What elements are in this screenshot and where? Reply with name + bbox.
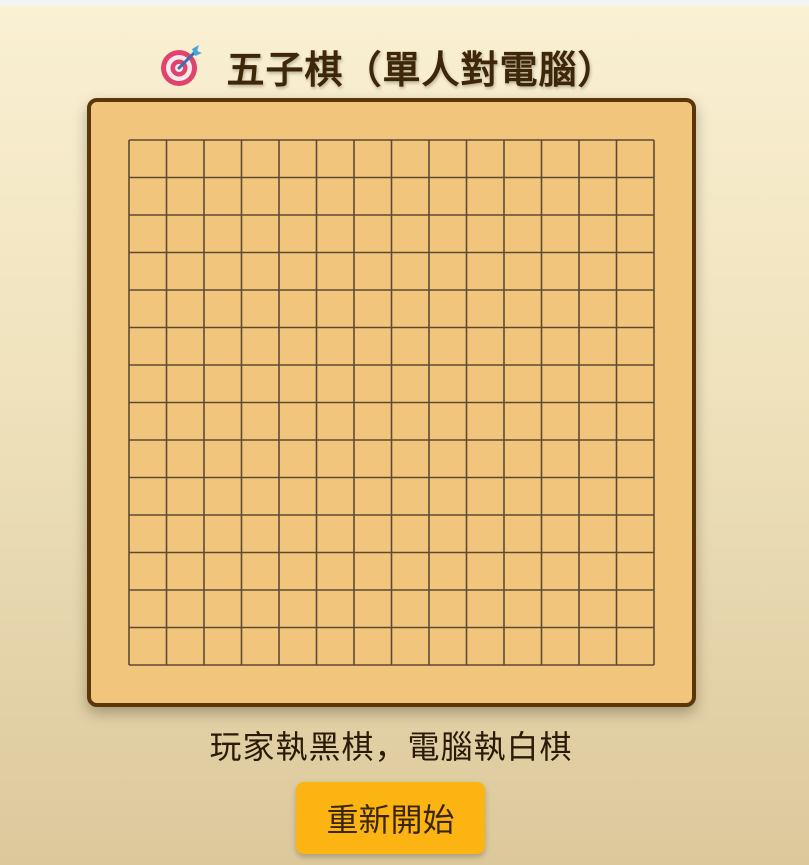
game-board[interactable] — [87, 98, 696, 707]
title-row: 五子棋（單人對電腦） — [0, 36, 775, 96]
restart-button[interactable]: 重新開始 — [296, 782, 485, 854]
page-title: 五子棋（單人對電腦） — [226, 47, 617, 92]
board-grid[interactable] — [128, 139, 655, 666]
status-message: 玩家執黑棋，電腦執白棋 — [209, 728, 573, 766]
dart-target-icon — [158, 43, 204, 89]
